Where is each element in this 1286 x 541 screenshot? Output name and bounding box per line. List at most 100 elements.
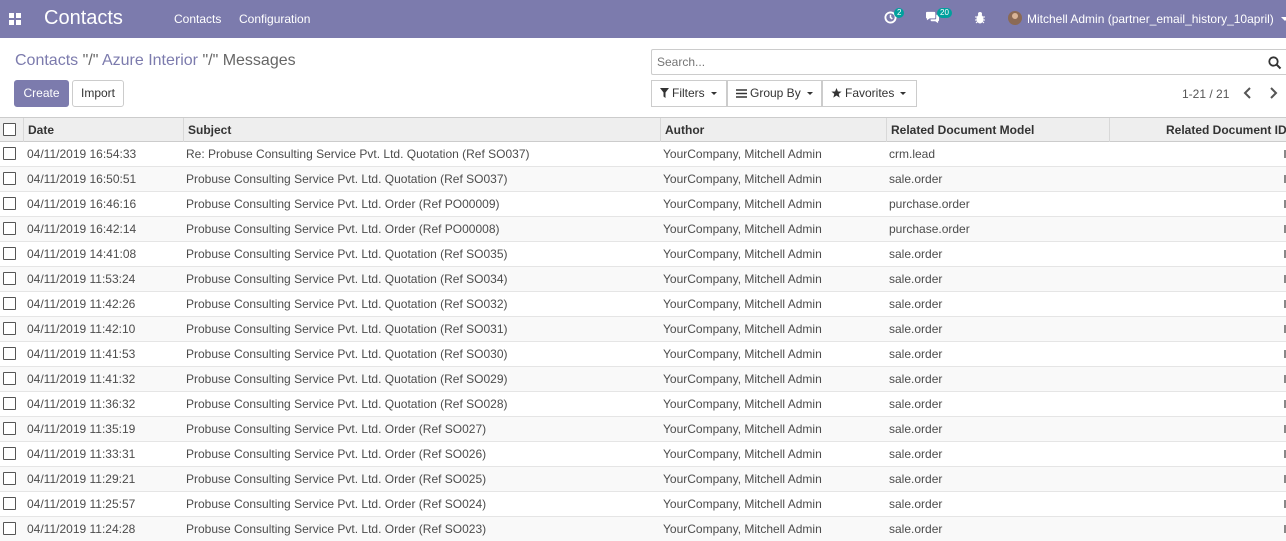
column-author[interactable]: Author: [660, 118, 887, 142]
row-checkbox[interactable]: [3, 497, 16, 510]
create-button[interactable]: Create: [14, 80, 69, 107]
messages-button[interactable]: 20: [925, 8, 953, 27]
row-checkbox[interactable]: [3, 272, 16, 285]
table-row[interactable]: 04/11/2019 11:41:32 Probuse Consulting Se…: [0, 367, 1286, 392]
table-row[interactable]: 04/11/2019 16:42:14 Probuse Consulting Se…: [0, 217, 1286, 242]
cell-related-document-model: purchase.order: [889, 222, 970, 236]
cell-date: 04/11/2019 16:50:51: [27, 172, 137, 186]
cell-related-document-model: sale.order: [889, 522, 943, 536]
cell-author: YourCompany, Mitchell Admin: [663, 497, 822, 511]
cell-subject: Probuse Consulting Service Pvt. Ltd. Quo…: [186, 247, 508, 261]
row-checkbox[interactable]: [3, 347, 16, 360]
row-checkbox[interactable]: [3, 247, 16, 260]
table-row[interactable]: 04/11/2019 11:41:53 Probuse Consulting Se…: [0, 342, 1286, 367]
row-checkbox[interactable]: [3, 397, 16, 410]
cell-subject: Probuse Consulting Service Pvt. Ltd. Quo…: [186, 297, 508, 311]
debug-button[interactable]: [974, 11, 988, 27]
user-menu[interactable]: Mitchell Admin (partner_email_history_10…: [1027, 12, 1274, 26]
top-navbar: Contacts Contacts Configuration 2 20 Mit…: [0, 0, 1286, 38]
table-row[interactable]: 04/11/2019 11:36:32 Probuse Consulting Se…: [0, 392, 1286, 417]
cell-related-document-model: sale.order: [889, 297, 943, 311]
cell-related-document-model: sale.order: [889, 172, 943, 186]
breadcrumb-current: Messages: [222, 52, 296, 69]
row-checkbox[interactable]: [3, 297, 16, 310]
cell-author: YourCompany, Mitchell Admin: [663, 347, 822, 361]
cell-date: 04/11/2019 11:42:26: [27, 297, 136, 311]
cell-related-document-model: sale.order: [889, 397, 943, 411]
breadcrumb-separator: "/": [198, 52, 223, 69]
table-row[interactable]: 04/11/2019 16:54:33 Re: Probuse Consultin…: [0, 142, 1286, 167]
table-row[interactable]: 04/11/2019 11:24:28 Probuse Consulting Se…: [0, 517, 1286, 541]
row-checkbox[interactable]: [3, 522, 16, 535]
table-row[interactable]: 04/11/2019 11:42:26 Probuse Consulting Se…: [0, 292, 1286, 317]
column-related-document-model[interactable]: Related Document Model: [886, 118, 1110, 142]
chevron-right-icon[interactable]: [1266, 85, 1280, 101]
filters-button[interactable]: Filters: [651, 80, 727, 107]
pager-value[interactable]: 1-21 / 21: [1182, 87, 1229, 101]
cell-subject: Probuse Consulting Service Pvt. Ltd. Ord…: [186, 197, 500, 211]
cell-author: YourCompany, Mitchell Admin: [663, 322, 822, 336]
breadcrumb-azure-interior[interactable]: Azure Interior: [102, 52, 198, 69]
cell-date: 04/11/2019 11:24:28: [27, 522, 136, 536]
cell-date: 04/11/2019 11:42:10: [27, 322, 136, 336]
row-checkbox[interactable]: [3, 222, 16, 235]
column-subject[interactable]: Subject: [183, 118, 661, 142]
cell-author: YourCompany, Mitchell Admin: [663, 247, 822, 261]
breadcrumb-contacts[interactable]: Contacts: [15, 52, 78, 69]
cell-subject: Probuse Consulting Service Pvt. Ltd. Ord…: [186, 472, 487, 486]
column-related-document-id-label: Related Document ID: [1166, 123, 1286, 137]
activity-count-badge: 2: [894, 8, 905, 18]
table-row[interactable]: 04/11/2019 14:41:08 Probuse Consulting Se…: [0, 242, 1286, 267]
user-menu-caret-icon[interactable]: [1281, 17, 1286, 21]
cell-date: 04/11/2019 16:46:16: [27, 197, 137, 211]
table-row[interactable]: 04/11/2019 16:46:16 Probuse Consulting Se…: [0, 192, 1286, 217]
cell-subject: Probuse Consulting Service Pvt. Ltd. Quo…: [186, 372, 508, 386]
row-checkbox[interactable]: [3, 197, 16, 210]
row-checkbox[interactable]: [3, 447, 16, 460]
cell-related-document-model: sale.order: [889, 272, 943, 286]
search-input[interactable]: [652, 50, 1252, 74]
select-all-checkbox[interactable]: [3, 123, 16, 136]
cell-subject: Probuse Consulting Service Pvt. Ltd. Quo…: [186, 347, 508, 361]
cell-related-document-model: sale.order: [889, 447, 943, 461]
search-icon[interactable]: [1268, 56, 1282, 70]
cell-date: 04/11/2019 11:41:32: [27, 372, 136, 386]
cell-author: YourCompany, Mitchell Admin: [663, 522, 822, 536]
cell-related-document-model: sale.order: [889, 422, 943, 436]
row-checkbox[interactable]: [3, 147, 16, 160]
table-row[interactable]: 04/11/2019 11:42:10 Probuse Consulting Se…: [0, 317, 1286, 342]
row-checkbox[interactable]: [3, 322, 16, 335]
import-button[interactable]: Import: [72, 80, 124, 107]
group-by-button[interactable]: Group By: [727, 80, 822, 107]
menu-configuration[interactable]: Configuration: [239, 12, 310, 26]
cell-subject: Probuse Consulting Service Pvt. Ltd. Quo…: [186, 322, 508, 336]
favorites-star-icon: [831, 88, 842, 98]
cell-date: 04/11/2019 16:54:33: [27, 147, 137, 161]
app-title[interactable]: Contacts: [44, 7, 123, 30]
table-row[interactable]: 04/11/2019 11:53:24 Probuse Consulting Se…: [0, 267, 1286, 292]
cell-related-document-model: purchase.order: [889, 197, 970, 211]
cell-author: YourCompany, Mitchell Admin: [663, 297, 822, 311]
chevron-down-icon: [710, 92, 717, 95]
row-checkbox[interactable]: [3, 372, 16, 385]
apps-icon[interactable]: [9, 13, 21, 25]
chevron-left-icon[interactable]: [1241, 85, 1255, 101]
table-row[interactable]: 04/11/2019 16:50:51 Probuse Consulting Se…: [0, 167, 1286, 192]
row-checkbox[interactable]: [3, 422, 16, 435]
avatar[interactable]: [1008, 11, 1022, 25]
column-related-document-id[interactable]: Related Document ID: [1109, 118, 1286, 142]
chevron-down-icon: [900, 92, 907, 95]
cell-date: 04/11/2019 11:36:32: [27, 397, 136, 411]
table-row[interactable]: 04/11/2019 11:33:31 Probuse Consulting Se…: [0, 442, 1286, 467]
activity-button[interactable]: 2: [884, 8, 905, 27]
favorites-button[interactable]: Favorites: [822, 80, 917, 107]
row-checkbox[interactable]: [3, 172, 16, 185]
cell-author: YourCompany, Mitchell Admin: [663, 147, 822, 161]
column-date[interactable]: Date: [23, 118, 184, 142]
table-row[interactable]: 04/11/2019 11:29:21 Probuse Consulting Se…: [0, 467, 1286, 492]
table-row[interactable]: 04/11/2019 11:35:19 Probuse Consulting Se…: [0, 417, 1286, 442]
menu-contacts[interactable]: Contacts: [174, 12, 221, 26]
table-row[interactable]: 04/11/2019 11:25:57 Probuse Consulting Se…: [0, 492, 1286, 517]
cell-subject: Probuse Consulting Service Pvt. Ltd. Quo…: [186, 172, 508, 186]
row-checkbox[interactable]: [3, 472, 16, 485]
